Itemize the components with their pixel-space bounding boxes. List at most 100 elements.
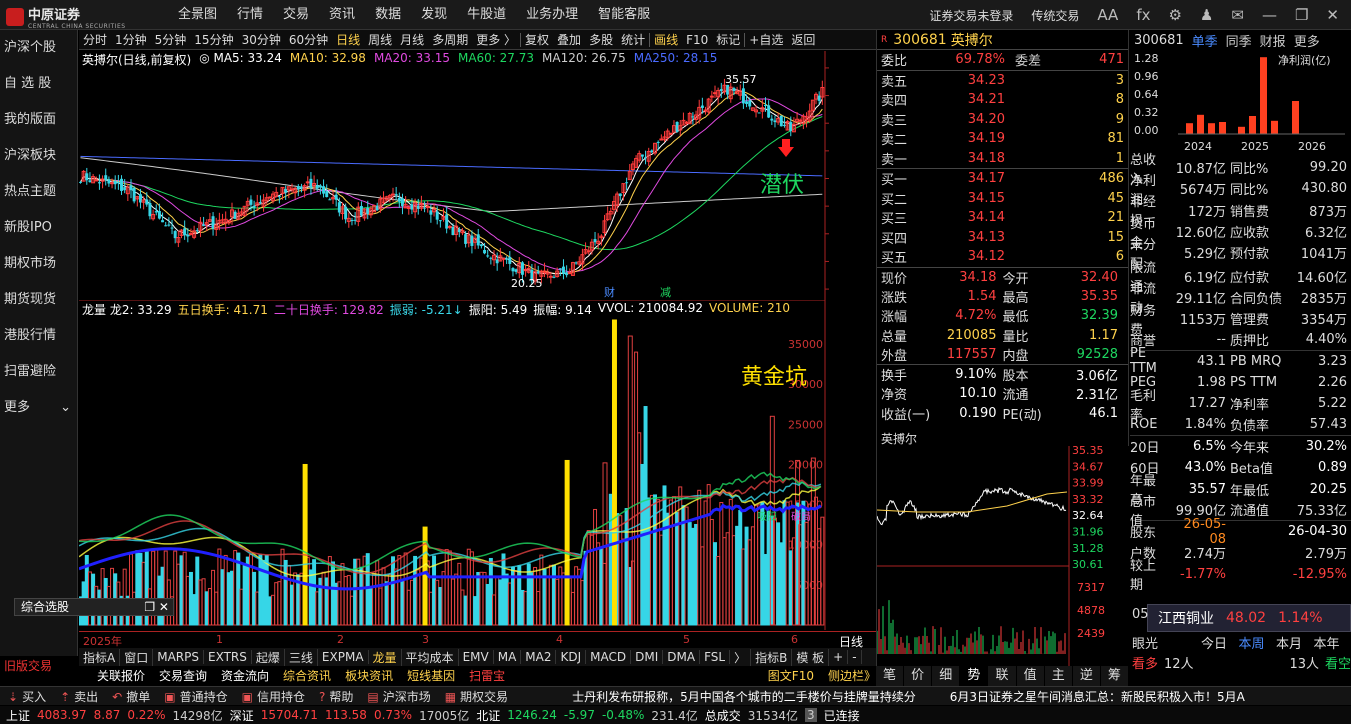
toolbar-btn-11[interactable]: 复权 (521, 31, 553, 48)
indicator-tab-19[interactable]: 模 板 (792, 648, 830, 666)
toolbar-btn-16[interactable]: F10 (682, 33, 712, 47)
left-nav-item-10[interactable]: 更多 ⌄ (0, 390, 77, 426)
old-trade-button[interactable]: 旧版交易 (0, 656, 78, 676)
minimize-icon[interactable]: — (1262, 6, 1277, 24)
sells-row-4[interactable]: 卖一 34.18 1 (877, 149, 1128, 169)
bottom-link-2[interactable]: 资金流向 (221, 667, 269, 684)
kline-chart[interactable]: 36.0034.0032.0030.0028.0026.0024.0022.00… (79, 51, 829, 301)
trade-btn-7[interactable]: ▦ 期权交易 (445, 688, 508, 705)
indicator-tab-13[interactable]: MACD (586, 650, 632, 664)
trade-btn-1[interactable]: ⇡ 卖出 (60, 688, 98, 705)
indicator-tab-4[interactable]: 起爆 (252, 648, 285, 666)
indicator-tab-17[interactable]: 〉 (730, 648, 752, 666)
bottom-link-3[interactable]: 综合资讯 (283, 667, 331, 684)
toolbar-btn-6[interactable]: 日线 (332, 31, 364, 48)
toolbar-btn-1[interactable]: 1分钟 (111, 31, 151, 48)
close-icon[interactable]: ❐ ✕ (144, 599, 173, 615)
intraday-panel[interactable]: 英搏尔 35.35 34.67 33.99 33.32 32.64 31.96 31.28 3… (876, 430, 1129, 666)
fin-tab-3[interactable]: 更多 (1294, 31, 1320, 50)
toolbar-btn-12[interactable]: 叠加 (553, 31, 585, 48)
view-tab-2[interactable]: 细 (932, 666, 961, 686)
indicator-tab-9[interactable]: EMV (459, 650, 494, 664)
indicator-tab-8[interactable]: 平均成本 (402, 648, 459, 666)
view-tab-3[interactable]: 势 (960, 666, 989, 686)
left-nav-item-8[interactable]: 港股行情 (0, 318, 77, 354)
view-tab-0[interactable]: 笔 (876, 666, 905, 686)
gear-icon[interactable]: ⚙ (1168, 6, 1181, 24)
indicator-tab-6[interactable]: EXPMA (318, 650, 369, 664)
left-nav-item-7[interactable]: 期货现货 (0, 282, 77, 318)
toolbar-btn-0[interactable]: 分时 (79, 31, 111, 48)
left-nav-item-3[interactable]: 沪深板块 (0, 138, 77, 174)
eye-tab-today[interactable]: 今日 (1201, 633, 1238, 652)
news-ticker-2[interactable]: 6月3日证券之星午间消息汇总：新股民积极入市！5月A (950, 688, 1245, 705)
toolbar-btn-10[interactable]: 更多 〉 (472, 31, 520, 48)
buys-row-1[interactable]: 买二 34.15 45 (877, 189, 1128, 209)
left-nav-item-5[interactable]: 新股IPO (0, 210, 77, 246)
left-nav-item-6[interactable]: 期权市场 (0, 246, 77, 282)
trade-btn-2[interactable]: ↶ 撤单 (112, 688, 150, 705)
indicator-tab-11[interactable]: MA2 (521, 650, 557, 664)
buys-row-0[interactable]: 买一 34.17 486 (877, 169, 1128, 189)
bottom-link-4[interactable]: 板块资讯 (345, 667, 393, 684)
indicator-tab-3[interactable]: EXTRS (204, 650, 252, 664)
close-icon[interactable]: ✕ (1326, 6, 1339, 24)
toolbar-btn-5[interactable]: 60分钟 (285, 31, 332, 48)
indicator-tab-15[interactable]: DMA (663, 650, 701, 664)
toolbar-btn-17[interactable]: 标记 (712, 31, 744, 48)
traditional-trade-link[interactable]: 传统交易 (1031, 7, 1079, 24)
toolbar-btn-3[interactable]: 15分钟 (190, 31, 237, 48)
indicator-tab-18[interactable]: 指标B (751, 648, 793, 666)
view-tab-1[interactable]: 价 (904, 666, 933, 686)
view-tab-4[interactable]: 联 (988, 666, 1017, 686)
bottom-link-5[interactable]: 短线基因 (407, 667, 455, 684)
eye-tab-year[interactable]: 本年 (1314, 633, 1351, 652)
indicator-tab-0[interactable]: 指标A (79, 648, 121, 666)
menu-item-8[interactable]: 智能客服 (588, 0, 660, 30)
function-icon[interactable]: fx (1136, 6, 1150, 24)
left-nav-item-9[interactable]: 扫雷避险 (0, 354, 77, 390)
toolbar-btn-19[interactable]: 返回 (787, 31, 819, 48)
intraday-chart[interactable]: 35.35 34.67 33.99 33.32 32.64 31.96 31.28 30.61… (876, 444, 1129, 666)
toolbar-btn-9[interactable]: 多周期 (428, 31, 472, 48)
indicator-tab-16[interactable]: FSL (700, 650, 731, 664)
indicator-tab-20[interactable]: + (829, 650, 849, 664)
toolbar-btn-18[interactable]: +自选 (745, 31, 787, 48)
toolbar-btn-14[interactable]: 统计 (617, 31, 649, 48)
menu-item-7[interactable]: 业务办理 (516, 0, 588, 30)
indicator-tab-21[interactable]: - (848, 650, 862, 664)
menu-item-2[interactable]: 交易 (273, 0, 319, 30)
left-nav-item-0[interactable]: 沪深个股 (0, 30, 77, 66)
eye-tab-week[interactable]: 本周 (1239, 633, 1276, 652)
bottom-link-6[interactable]: 扫雷宝 (469, 667, 505, 684)
menu-item-6[interactable]: 牛股道 (457, 0, 516, 30)
toolbar-btn-2[interactable]: 5分钟 (151, 31, 191, 48)
news-ticker[interactable]: 士丹利发布研报称，5月中国各个城市的二手楼价与挂牌量持续分 (572, 688, 916, 705)
buys-row-4[interactable]: 买五 34.12 6 (877, 247, 1128, 267)
trade-btn-0[interactable]: ⇣ 买入 (8, 688, 46, 705)
login-status[interactable]: 证券交易未登录 (929, 7, 1013, 24)
fin-tab-0[interactable]: 单季 (1192, 31, 1218, 50)
indicator-tab-1[interactable]: 窗口 (120, 648, 154, 666)
sells-row-0[interactable]: 卖五 34.23 3 (877, 71, 1128, 91)
indicator-tab-10[interactable]: MA (494, 650, 522, 664)
indicator-tab-5[interactable]: 三线 (285, 648, 318, 666)
buys-row-3[interactable]: 买四 34.13 15 (877, 228, 1128, 248)
bottom-link-8[interactable]: 侧边栏》 (828, 667, 876, 684)
fin-tab-1[interactable]: 同季 (1226, 31, 1252, 50)
menu-item-4[interactable]: 数据 (365, 0, 411, 30)
toolbar-btn-4[interactable]: 30分钟 (238, 31, 285, 48)
trade-btn-5[interactable]: ? 帮助 (319, 688, 353, 705)
indicator-tab-14[interactable]: DMI (631, 650, 664, 664)
bottom-link-0[interactable]: 关联报价 (97, 667, 145, 684)
toolbar-btn-8[interactable]: 月线 (396, 31, 428, 48)
indicator-tab-12[interactable]: KDJ (556, 650, 587, 664)
menu-item-3[interactable]: 资讯 (319, 0, 365, 30)
bottom-link-7[interactable]: 图文F10 (768, 667, 814, 684)
bottom-link-1[interactable]: 交易查询 (159, 667, 207, 684)
font-size-icon[interactable]: AA (1097, 6, 1118, 24)
trade-btn-6[interactable]: ▤ 沪深市场 (367, 688, 430, 705)
mail-icon[interactable]: ✉ (1231, 6, 1244, 24)
menu-item-1[interactable]: 行情 (227, 0, 273, 30)
eye-tab-month[interactable]: 本月 (1276, 633, 1313, 652)
